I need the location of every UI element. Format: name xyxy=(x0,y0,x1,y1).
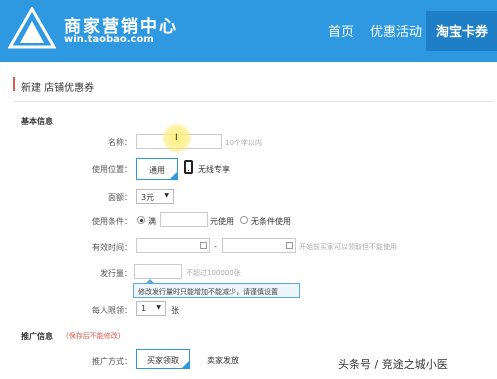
condition-full-label: 满 xyxy=(148,217,156,226)
usage-mobile-option[interactable]: 无线专享 xyxy=(198,164,230,175)
usage-general-label: 通用 xyxy=(149,166,165,175)
dropdown-arrow-icon: ▼ xyxy=(164,192,169,199)
per-limit-label: 每人限领： xyxy=(92,306,132,315)
date-separator: - xyxy=(214,242,217,251)
tooltip-arrow xyxy=(146,279,154,283)
page-title: 新建 店铺优惠券 xyxy=(21,83,95,94)
amount-label: 面额： xyxy=(108,193,132,202)
name-hint: 10个字以内 xyxy=(225,139,262,147)
condition-suffix: 元使用 xyxy=(210,217,234,226)
tooltip-text: 修改发行量时只能增加不能减少，请谨慎设置 xyxy=(138,288,278,296)
condition-amount-input[interactable] xyxy=(160,212,208,227)
promo-buyer-claim-option[interactable]: 买家领取 xyxy=(136,349,190,369)
watermark-text: 头条号 / 竞途之城小医 xyxy=(338,358,448,371)
text-cursor-icon: I xyxy=(175,133,178,143)
logo-icon xyxy=(8,7,56,49)
promo-info-title: 推广信息 xyxy=(21,332,53,341)
valid-time-label: 有效时间： xyxy=(92,243,132,252)
per-limit-selected-value: 1 xyxy=(141,304,147,313)
nav-home[interactable]: 首页 xyxy=(328,21,354,40)
mobile-phone-icon xyxy=(184,160,193,174)
issue-count-hint: 不超过100000张 xyxy=(186,269,241,277)
promo-note: (保存后不能修改) xyxy=(66,332,121,340)
condition-none-radio[interactable] xyxy=(240,216,248,224)
calendar-icon xyxy=(286,242,293,249)
brand-url: win.taobao.com xyxy=(64,34,154,45)
basic-info-title: 基本信息 xyxy=(21,117,53,126)
dropdown-arrow-icon: ▼ xyxy=(156,304,161,311)
end-date-input[interactable] xyxy=(222,238,296,253)
promo-buyer-claim-label: 买家领取 xyxy=(147,356,179,365)
per-limit-select[interactable]: 1 ▼ xyxy=(136,301,166,316)
start-date-input[interactable] xyxy=(136,238,210,253)
promo-seller-issue-option[interactable]: 卖家发放 xyxy=(207,355,239,366)
condition-label: 使用条件： xyxy=(92,217,132,226)
name-label: 名称： xyxy=(108,138,132,147)
usage-general-option[interactable]: 通用 xyxy=(136,158,178,180)
selected-corner-icon xyxy=(182,361,189,368)
issue-count-tooltip: 修改发行量时只能增加不能减少，请谨慎设置 xyxy=(133,279,300,298)
usage-position-label: 使用位置： xyxy=(92,165,132,174)
nav-promotions[interactable]: 优惠活动 xyxy=(370,21,422,40)
valid-time-hint: 开始前买家可以领取但不能使用 xyxy=(299,243,397,251)
divider xyxy=(13,101,493,102)
nav-taobao-coupons[interactable]: 淘宝卡券 xyxy=(436,21,488,40)
per-limit-unit: 张 xyxy=(171,306,179,315)
condition-full-radio[interactable] xyxy=(137,216,145,224)
promo-method-label: 推广方式： xyxy=(92,357,132,366)
issue-count-input[interactable] xyxy=(134,264,182,279)
amount-selected-value: 3元 xyxy=(141,193,155,202)
amount-select[interactable]: 3元 ▼ xyxy=(136,189,174,204)
selected-corner-icon xyxy=(170,172,177,179)
calendar-icon xyxy=(200,242,207,249)
section-marker xyxy=(13,77,15,91)
condition-none-label: 无条件使用 xyxy=(251,217,291,226)
top-header: 商家营销中心 win.taobao.com 首页 优惠活动 淘宝卡券 xyxy=(0,0,497,62)
issue-count-label: 发行量： xyxy=(100,269,132,278)
